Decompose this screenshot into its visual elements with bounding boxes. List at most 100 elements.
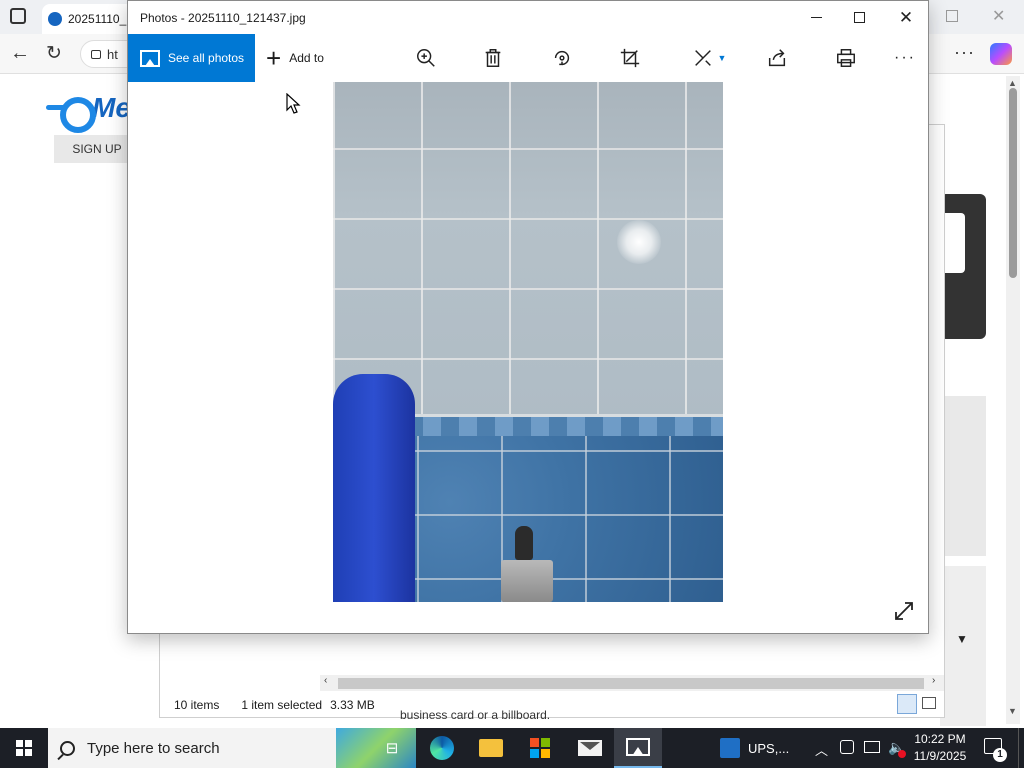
tab-favicon-icon bbox=[48, 12, 62, 26]
photos-titlebar[interactable]: Photos - 20251110_121437.jpg ✕ bbox=[128, 1, 928, 34]
browser-scroll-thumb[interactable] bbox=[1009, 88, 1017, 278]
edit-button[interactable]: ▼ bbox=[685, 42, 733, 74]
trash-icon bbox=[485, 49, 501, 67]
page-text-fragment: business card or a billboard. bbox=[400, 708, 551, 722]
print-button[interactable] bbox=[829, 42, 863, 74]
rotate-button[interactable] bbox=[545, 42, 579, 74]
window-title: Photos - 20251110_121437.jpg bbox=[140, 11, 306, 25]
plus-icon: + bbox=[266, 43, 282, 73]
printer-icon bbox=[837, 49, 855, 67]
crop-button[interactable] bbox=[613, 42, 647, 74]
share-button[interactable] bbox=[760, 42, 794, 74]
photo-image[interactable] bbox=[333, 82, 723, 602]
store-taskbar-button[interactable] bbox=[516, 728, 564, 768]
explorer-horizontal-scrollbar[interactable]: ‹ › bbox=[320, 675, 944, 691]
faucet-knob bbox=[515, 526, 533, 560]
edge-taskbar-button[interactable] bbox=[418, 728, 466, 768]
clock-time: 10:22 PM bbox=[914, 732, 966, 746]
chevron-down-icon[interactable]: ▼ bbox=[956, 632, 968, 646]
edit-icon bbox=[694, 50, 711, 66]
windows-logo-icon bbox=[16, 740, 32, 756]
clock-date: 11/9/2025 bbox=[913, 749, 967, 763]
browser-tab[interactable]: 20251110_ bbox=[42, 4, 134, 34]
zoom-button[interactable] bbox=[409, 42, 443, 74]
more-options-button[interactable]: ··· bbox=[888, 42, 922, 74]
taskbar: Type here to search ⊟ UPS,... ︿ 🔈 10:22 … bbox=[0, 728, 1024, 768]
notification-count-badge: 1 bbox=[993, 748, 1007, 762]
tab-actions-icon[interactable] bbox=[10, 8, 26, 24]
rotate-icon bbox=[554, 50, 570, 66]
photos-toolbar: See all photos + Add to ▼ ··· bbox=[128, 34, 928, 82]
ups-label: UPS,... bbox=[748, 740, 790, 756]
explorer-scroll-thumb[interactable] bbox=[338, 678, 924, 689]
search-icon bbox=[60, 740, 75, 756]
file-explorer-taskbar-button[interactable] bbox=[467, 728, 515, 768]
photos-icon bbox=[626, 738, 650, 756]
share-icon bbox=[768, 49, 786, 67]
clock[interactable]: 10:22 PM 11/9/2025 bbox=[908, 731, 972, 765]
scroll-down-arrow-icon[interactable]: ▼ bbox=[1008, 706, 1017, 716]
mail-taskbar-button[interactable] bbox=[566, 728, 614, 768]
see-all-photos-button[interactable]: See all photos bbox=[128, 34, 255, 82]
search-placeholder: Type here to search bbox=[87, 739, 220, 757]
network-icon[interactable] bbox=[864, 741, 880, 753]
store-icon bbox=[530, 738, 550, 758]
delete-button[interactable] bbox=[476, 42, 510, 74]
minimize-button[interactable] bbox=[796, 1, 838, 34]
show-hidden-icons-icon[interactable]: ︿ bbox=[815, 740, 828, 759]
large-icons-view-icon[interactable] bbox=[922, 697, 936, 709]
details-view-icon[interactable] bbox=[897, 694, 917, 714]
lock-icon bbox=[91, 49, 101, 59]
folder-icon bbox=[479, 739, 503, 757]
taskbar-search-box[interactable]: Type here to search bbox=[48, 728, 416, 768]
site-logo-mark-icon bbox=[46, 93, 96, 133]
status-size: 3.33 MB bbox=[330, 698, 375, 712]
photo-faucet bbox=[501, 522, 553, 602]
ups-taskbar-button[interactable]: UPS,... bbox=[716, 728, 800, 768]
address-text: ht bbox=[107, 46, 118, 62]
refresh-icon[interactable]: ↻ bbox=[46, 42, 62, 65]
maximize-button[interactable] bbox=[840, 1, 882, 34]
see-all-photos-label: See all photos bbox=[168, 51, 245, 65]
add-to-button[interactable]: + Add to bbox=[266, 34, 324, 82]
site-logo-text: Me bbox=[92, 92, 131, 123]
status-selected: 1 item selected bbox=[241, 698, 323, 712]
photos-window: Photos - 20251110_121437.jpg ✕ See all p… bbox=[127, 0, 929, 634]
faucet-base bbox=[501, 560, 553, 602]
mouse-cursor-icon bbox=[286, 93, 301, 114]
scroll-left-arrow-icon[interactable]: ‹ bbox=[324, 675, 327, 686]
side-card bbox=[940, 566, 986, 726]
task-view-button[interactable]: ⊟ bbox=[368, 728, 416, 768]
browser-more-icon[interactable]: ··· bbox=[954, 42, 975, 63]
explorer-status-bar: 10 items 1 item selected 3.33 MB bbox=[160, 694, 944, 716]
add-to-label: Add to bbox=[289, 51, 324, 65]
meet-now-icon[interactable] bbox=[840, 740, 854, 754]
side-card bbox=[940, 396, 986, 556]
back-arrow-icon[interactable]: ← bbox=[10, 42, 30, 65]
photo-flash-glare bbox=[617, 220, 661, 264]
maximize-icon bbox=[854, 12, 865, 23]
edge-icon bbox=[430, 736, 454, 760]
chevron-down-icon: ▼ bbox=[717, 53, 727, 63]
expand-icon[interactable] bbox=[892, 599, 916, 623]
browser-tab-title: 20251110_ bbox=[68, 12, 127, 26]
photos-taskbar-button[interactable] bbox=[614, 728, 662, 768]
mail-icon bbox=[578, 740, 602, 756]
status-item-count: 10 items bbox=[174, 698, 220, 712]
photo-towel bbox=[333, 374, 415, 602]
volume-muted-badge-icon bbox=[898, 750, 906, 758]
scroll-right-arrow-icon[interactable]: › bbox=[932, 675, 935, 686]
site-logo[interactable]: Me bbox=[46, 92, 131, 133]
browser-scrollbar[interactable] bbox=[1006, 76, 1020, 724]
start-button[interactable] bbox=[0, 728, 48, 768]
browser-close-icon[interactable]: ✕ bbox=[992, 6, 1005, 26]
close-button[interactable]: ✕ bbox=[884, 1, 928, 34]
app-icon bbox=[720, 738, 740, 758]
show-desktop-button[interactable] bbox=[1018, 728, 1024, 768]
copilot-icon[interactable] bbox=[990, 43, 1012, 65]
photo-upper-tiles bbox=[333, 82, 723, 418]
browser-restore-icon[interactable] bbox=[946, 10, 958, 22]
photos-icon bbox=[140, 49, 160, 67]
minimize-icon bbox=[811, 17, 822, 18]
scroll-up-arrow-icon[interactable]: ▲ bbox=[1008, 78, 1017, 88]
